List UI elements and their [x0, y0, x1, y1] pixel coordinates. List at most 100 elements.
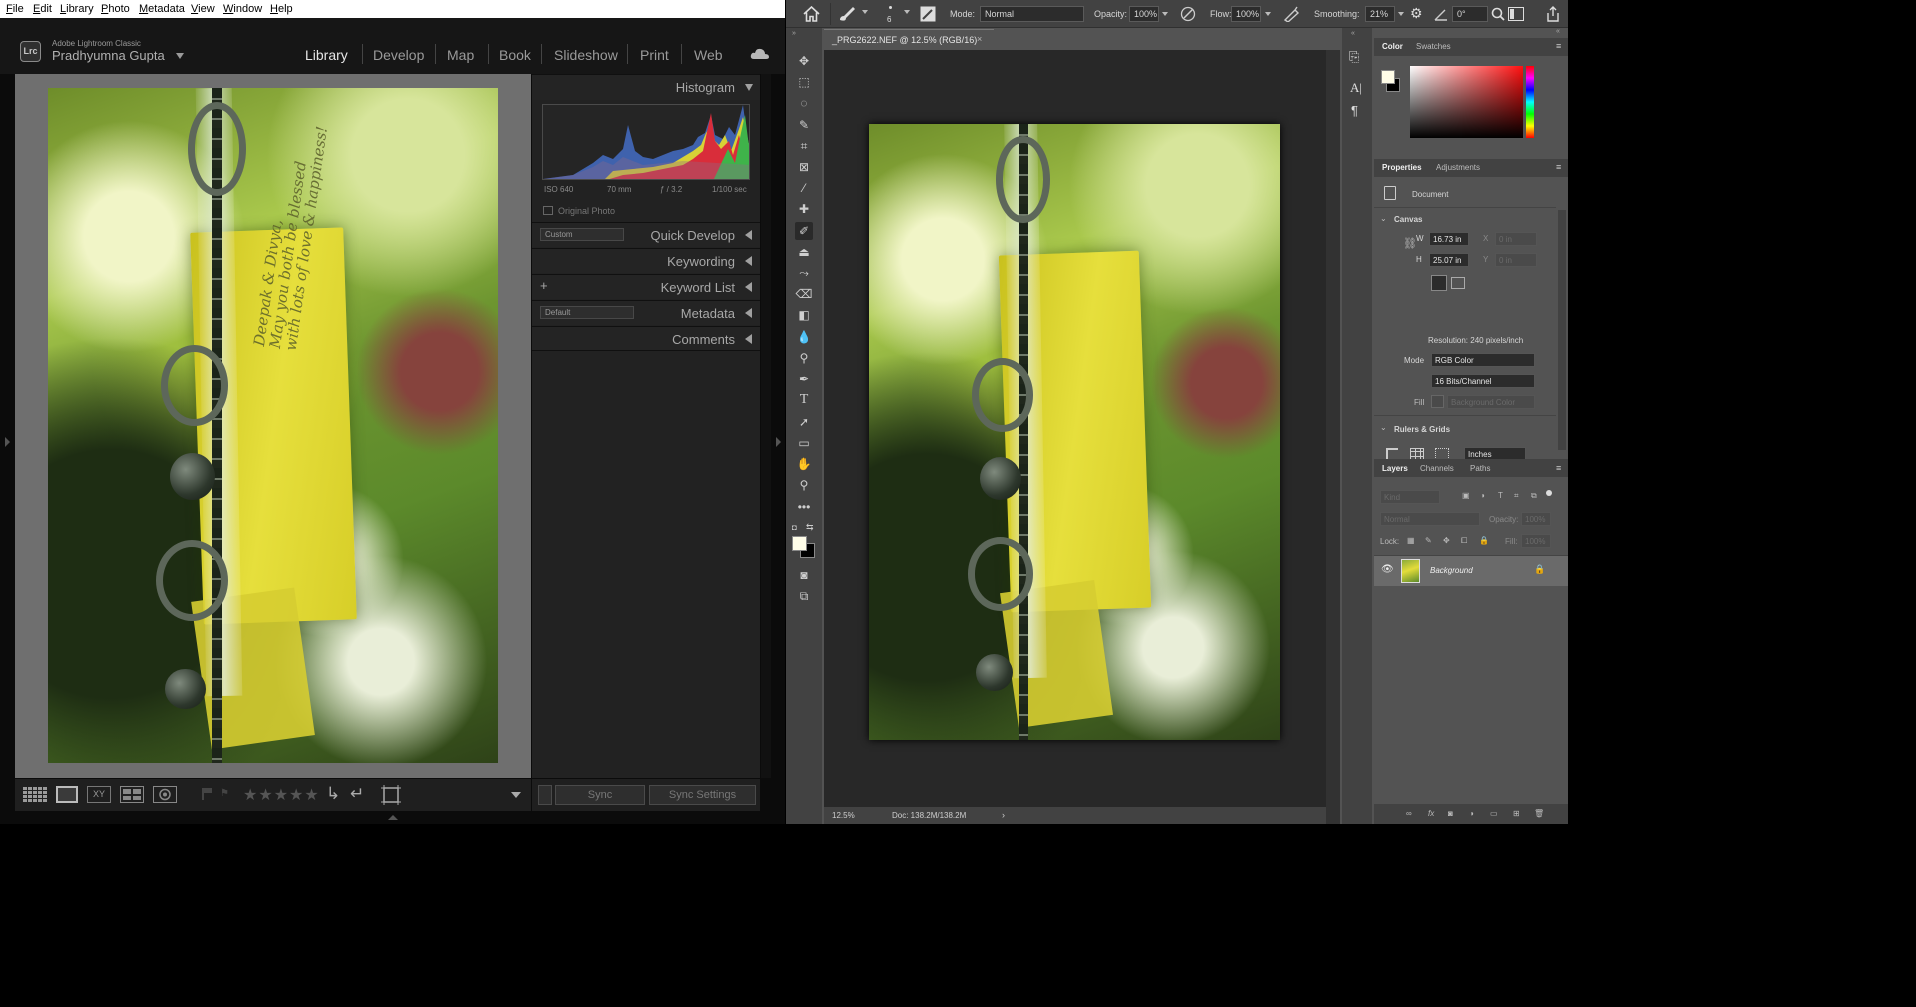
lock-pixels-icon[interactable]: ✎	[1425, 536, 1432, 545]
swap-colors-icon[interactable]: ⇆	[806, 522, 814, 533]
toolbar-menu-icon[interactable]	[511, 792, 521, 798]
comments-expand-icon[interactable]	[745, 334, 752, 344]
rotate-left-icon[interactable]: ↳	[326, 784, 340, 804]
pressure-opacity-icon[interactable]	[1180, 6, 1196, 22]
quick-develop-preset[interactable]: Custom	[540, 228, 624, 241]
screen-mode-icon[interactable]: ⧉	[795, 587, 813, 605]
keyword-list-expand-icon[interactable]	[745, 282, 752, 292]
eraser-tool-icon[interactable]: ⌫	[795, 285, 813, 303]
color-field[interactable]	[1410, 66, 1523, 138]
delete-layer-icon[interactable]: 🗑	[1534, 809, 1544, 818]
layer-visibility-eye-icon[interactable]: 👁	[1381, 564, 1394, 575]
left-panel-toggle-icon[interactable]	[5, 437, 10, 447]
keywording-header[interactable]: Keywording	[532, 248, 760, 273]
keywording-expand-icon[interactable]	[745, 256, 752, 266]
rulers-section-title[interactable]: Rulers & Grids	[1394, 425, 1450, 434]
properties-tab[interactable]: Properties	[1382, 163, 1422, 172]
metadata-header[interactable]: Default Metadata	[532, 300, 760, 325]
history-brush-tool-icon[interactable]: ⤳	[795, 264, 813, 282]
metadata-expand-icon[interactable]	[745, 308, 752, 318]
gradient-tool-icon[interactable]: ◧	[795, 306, 813, 324]
hand-tool-icon[interactable]: ✋	[795, 455, 813, 473]
compare-view-icon[interactable]: XY	[87, 786, 111, 803]
module-library[interactable]: Library	[305, 47, 348, 63]
move-tool-icon[interactable]: ✥	[795, 52, 813, 70]
filter-type-icon[interactable]: T	[1498, 491, 1503, 500]
opacity-input[interactable]: 100%	[1129, 6, 1159, 22]
module-develop[interactable]: Develop	[373, 47, 424, 63]
right-dock-collapse-icon[interactable]: «	[1556, 28, 1560, 35]
document-tab[interactable]: _PRG2622.NEF @ 12.5% (RGB/16) ×	[824, 29, 994, 50]
portrait-orientation-icon[interactable]	[1431, 275, 1447, 291]
metadata-preset[interactable]: Default	[540, 306, 634, 319]
filter-shape-icon[interactable]: ⌗	[1514, 491, 1519, 501]
eyedropper-tool-icon[interactable]: ⁄	[795, 179, 813, 197]
layer-filter-kind[interactable]: Kind	[1380, 490, 1440, 504]
histogram-collapse-icon[interactable]	[745, 84, 753, 91]
gear-icon[interactable]: ⚙	[1410, 5, 1423, 22]
module-print[interactable]: Print	[640, 47, 669, 63]
module-web[interactable]: Web	[694, 47, 723, 63]
brush-size-dropdown-icon[interactable]	[904, 10, 910, 14]
module-slideshow[interactable]: Slideshow	[554, 47, 618, 63]
type-tool-icon[interactable]: T	[795, 391, 813, 409]
width-input[interactable]: 16.73 in	[1429, 232, 1469, 246]
menu-photo[interactable]: Photo	[101, 3, 130, 15]
canvas-scrollbar[interactable]	[1326, 50, 1340, 824]
layer-name[interactable]: Background	[1430, 566, 1473, 575]
layer-style-icon[interactable]: fx	[1428, 809, 1434, 818]
auto-sync-switch[interactable]	[538, 785, 552, 805]
search-icon[interactable]	[1491, 7, 1505, 21]
star-rating[interactable]: ★★★★★	[243, 785, 320, 805]
brush-settings-panel-icon[interactable]	[920, 6, 936, 22]
link-layers-icon[interactable]: ∞	[1406, 809, 1412, 818]
properties-panel-menu-icon[interactable]: ≡	[1556, 162, 1561, 172]
new-layer-icon[interactable]: ⊞	[1513, 809, 1520, 818]
tools-collapse-icon[interactable]: »	[792, 30, 796, 37]
hue-slider[interactable]	[1526, 66, 1534, 138]
filter-smart-object-icon[interactable]: ⧉	[1531, 491, 1537, 501]
character-panel-icon[interactable]: A|	[1350, 80, 1362, 96]
close-tab-icon[interactable]: ×	[977, 34, 982, 44]
rulers-chevron-icon[interactable]: ⌄	[1380, 423, 1387, 432]
right-panel-scrollbar[interactable]	[761, 74, 771, 778]
smoothing-dropdown-icon[interactable]	[1398, 12, 1404, 16]
clone-stamp-tool-icon[interactable]: ⏏	[795, 243, 813, 261]
adjustments-tab[interactable]: Adjustments	[1436, 163, 1480, 172]
status-menu-icon[interactable]: ›	[1002, 810, 1005, 820]
paths-tab[interactable]: Paths	[1470, 464, 1490, 473]
link-dimensions-icon[interactable]: ⛓	[1403, 237, 1417, 250]
default-colors-icon[interactable]: ◘	[792, 523, 797, 532]
swatches-tab[interactable]: Swatches	[1416, 42, 1451, 51]
sync-button[interactable]: Sync	[555, 785, 645, 805]
sync-settings-button[interactable]: Sync Settings	[649, 785, 756, 805]
survey-view-icon[interactable]	[120, 786, 144, 803]
edit-toolbar-icon[interactable]: •••	[795, 498, 813, 516]
paragraph-panel-icon[interactable]: ¶	[1351, 103, 1358, 118]
comments-header[interactable]: Comments	[532, 326, 760, 351]
loupe-view-icon[interactable]	[56, 786, 78, 803]
flow-dropdown-icon[interactable]	[1265, 12, 1271, 16]
channels-tab[interactable]: Channels	[1420, 464, 1454, 473]
pen-tool-icon[interactable]: ✒	[795, 370, 813, 388]
menu-file[interactable]: File	[6, 3, 24, 15]
module-book[interactable]: Book	[499, 47, 531, 63]
filmstrip-toggle-icon[interactable]	[388, 815, 398, 820]
workspace-icon[interactable]	[1508, 7, 1524, 21]
layers-panel-menu-icon[interactable]: ≡	[1556, 463, 1561, 473]
lock-artboard-icon[interactable]: ⧠	[1461, 536, 1467, 546]
color-mode-select[interactable]: RGB Color	[1431, 353, 1535, 367]
flow-input[interactable]: 100%	[1231, 6, 1261, 22]
rotate-right-icon[interactable]: ↵	[350, 784, 364, 804]
cloud-icon[interactable]	[750, 47, 770, 60]
lock-transparent-icon[interactable]: ▦	[1407, 536, 1415, 545]
canvas-chevron-icon[interactable]: ⌄	[1380, 214, 1387, 223]
canvas-photo[interactable]	[869, 124, 1280, 740]
add-mask-icon[interactable]: ◙	[1448, 809, 1453, 818]
share-icon[interactable]	[1546, 6, 1560, 22]
opacity-dropdown-icon[interactable]	[1162, 12, 1168, 16]
original-photo-checkbox[interactable]	[543, 206, 553, 215]
lasso-tool-icon[interactable]: ◌	[795, 94, 813, 112]
canvas-section-title[interactable]: Canvas	[1394, 215, 1422, 224]
histogram-header[interactable]: Histogram	[532, 74, 760, 100]
